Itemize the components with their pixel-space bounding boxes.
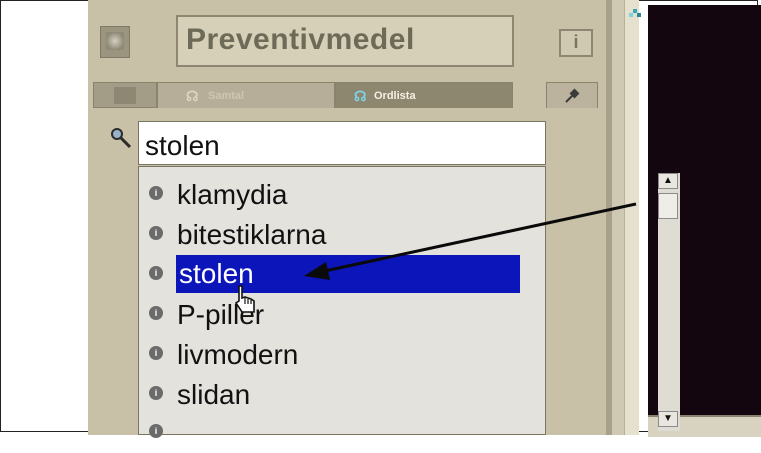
list-item[interactable]: i: [139, 415, 519, 453]
sparkle-icon: [629, 9, 641, 17]
info-icon: i: [149, 186, 163, 200]
info-icon: i: [149, 226, 163, 240]
tab-label: Ordlista: [374, 90, 416, 102]
dictionary-icon: ☊: [354, 88, 367, 104]
info-button[interactable]: i: [559, 29, 593, 57]
list-item-label: livmodern: [177, 339, 299, 370]
info-icon: i: [149, 424, 163, 438]
list-item[interactable]: i klamydia: [139, 177, 519, 215]
pin-icon: [565, 88, 580, 103]
tab-samtal[interactable]: ☊ Samtal: [157, 82, 335, 108]
list-item[interactable]: i livmodern: [139, 337, 519, 375]
info-icon: i: [149, 266, 163, 280]
square-icon: [114, 87, 136, 104]
tab-ordlista[interactable]: ☊ Ordlista: [335, 82, 513, 108]
info-icon: i: [149, 386, 163, 400]
list-item-label: stolen: [176, 255, 520, 293]
scroll-down-button[interactable]: ▼: [658, 411, 678, 427]
splitter[interactable]: [612, 0, 624, 435]
list-item[interactable]: i bitestiklarna: [139, 217, 519, 255]
info-icon: i: [149, 346, 163, 360]
scroll-thumb[interactable]: [658, 193, 678, 219]
title-field: Preventivmedel: [176, 15, 514, 67]
list-item-label: slidan: [177, 379, 251, 410]
page-title: Preventivmedel: [186, 23, 415, 56]
list-item-label: bitestiklarna: [177, 219, 327, 250]
search-icon: [110, 127, 136, 159]
scroll-up-button[interactable]: ▲: [658, 173, 678, 189]
splitter-edge: [624, 0, 639, 435]
list-item-selected[interactable]: i stolen: [139, 255, 520, 295]
tab-blank[interactable]: [93, 82, 157, 108]
search-input[interactable]: stolen: [138, 121, 546, 165]
list-item-label: klamydia: [177, 179, 288, 210]
pin-tab[interactable]: [546, 82, 598, 108]
list-item[interactable]: i P-piller: [139, 297, 519, 335]
list-scrollbar[interactable]: ▲ ▼: [658, 173, 680, 431]
info-icon: i: [149, 306, 163, 320]
hand-cursor-icon: [234, 285, 255, 313]
list-item[interactable]: i slidan: [139, 377, 519, 415]
logo-icon: [100, 26, 130, 58]
tab-label: Samtal: [208, 90, 245, 102]
speech-icon: ☊: [186, 88, 199, 104]
word-list: i klamydia i bitestiklarna i stolen i P-…: [138, 166, 680, 438]
